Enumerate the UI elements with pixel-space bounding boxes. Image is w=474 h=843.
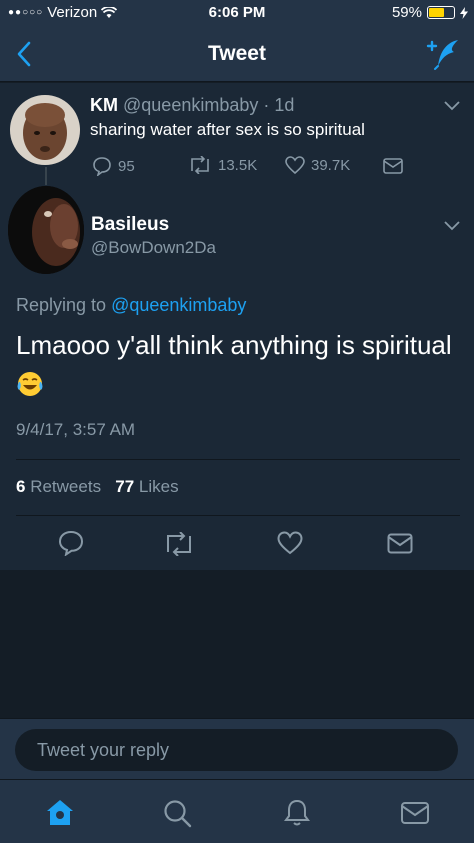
charging-bolt-icon bbox=[460, 6, 468, 19]
battery-percent: 59% bbox=[391, 4, 422, 21]
basileus-avatar[interactable] bbox=[8, 186, 84, 274]
like-count[interactable]: 77 bbox=[115, 477, 134, 496]
navigation-bar: Tweet bbox=[0, 26, 474, 82]
parent-more-chevron-icon[interactable] bbox=[444, 101, 460, 111]
km-avatar[interactable] bbox=[10, 95, 80, 165]
notifications-icon[interactable] bbox=[282, 798, 312, 828]
reply-bar bbox=[0, 718, 474, 779]
messages-icon[interactable] bbox=[400, 798, 430, 828]
parent-author-handle: @queenkimbaby bbox=[123, 95, 259, 115]
parent-tweet-age: · 1d bbox=[263, 95, 295, 115]
replying-prefix: Replying to bbox=[16, 295, 107, 315]
page-title: Tweet bbox=[208, 42, 266, 65]
parent-retweet-button[interactable]: 13.5K bbox=[188, 156, 257, 174]
search-icon[interactable] bbox=[162, 798, 192, 828]
replying-to-handle[interactable]: @queenkimbaby bbox=[111, 295, 246, 315]
battery-icon bbox=[427, 6, 455, 19]
tweet-stats: 6 Retweets 77 Likes bbox=[16, 477, 179, 497]
retweet-icon[interactable] bbox=[163, 532, 195, 556]
thread-connector bbox=[45, 167, 47, 185]
tears-of-joy-emoji-icon bbox=[17, 372, 43, 396]
retweet-count[interactable]: 6 bbox=[16, 477, 25, 496]
status-bar: ●●○○○ Verizon 6:06 PM 59% bbox=[0, 0, 474, 26]
parent-author-name: KM bbox=[90, 95, 118, 115]
envelope-icon bbox=[383, 158, 403, 174]
heart-icon bbox=[285, 156, 305, 174]
parent-reply-count: 95 bbox=[118, 157, 135, 175]
like-label[interactable]: Likes bbox=[139, 477, 179, 496]
divider bbox=[16, 459, 460, 460]
compose-tweet-icon[interactable] bbox=[426, 38, 460, 70]
parent-author[interactable]: KM @queenkimbaby · 1d bbox=[90, 95, 294, 116]
tweet-more-chevron-icon[interactable] bbox=[444, 221, 460, 231]
battery-group: 59% bbox=[392, 4, 468, 21]
tab-bar bbox=[0, 779, 474, 843]
parent-like-button[interactable]: 39.7K bbox=[285, 156, 350, 174]
heart-icon[interactable] bbox=[277, 531, 303, 555]
reply-icon[interactable] bbox=[58, 530, 84, 556]
tweet-author-handle[interactable]: @BowDown2Da bbox=[91, 238, 216, 258]
retweet-icon bbox=[191, 156, 209, 174]
parent-dm-button[interactable] bbox=[383, 158, 403, 174]
empty-area bbox=[0, 570, 474, 718]
replying-to: Replying to @queenkimbaby bbox=[16, 295, 246, 316]
parent-tweet-text: sharing water after sex is so spiritual bbox=[90, 120, 365, 139]
home-icon[interactable] bbox=[45, 798, 75, 828]
tweet-detail: KM @queenkimbaby · 1d sharing water afte… bbox=[0, 83, 474, 570]
envelope-icon[interactable] bbox=[387, 533, 413, 554]
retweet-label[interactable]: Retweets bbox=[30, 477, 101, 496]
parent-retweet-count: 13.5K bbox=[218, 156, 258, 174]
parent-reply-button[interactable]: 95 bbox=[92, 156, 135, 176]
tweet-timestamp: 9/4/17, 3:57 AM bbox=[16, 420, 136, 439]
reply-icon bbox=[93, 157, 111, 176]
divider bbox=[16, 515, 460, 516]
tweet-text: Lmaooo y'all think anything is spiritual bbox=[16, 330, 452, 360]
reply-input[interactable] bbox=[15, 729, 458, 771]
tweet-author-name[interactable]: Basileus bbox=[91, 214, 169, 236]
parent-like-count: 39.7K bbox=[311, 156, 351, 174]
